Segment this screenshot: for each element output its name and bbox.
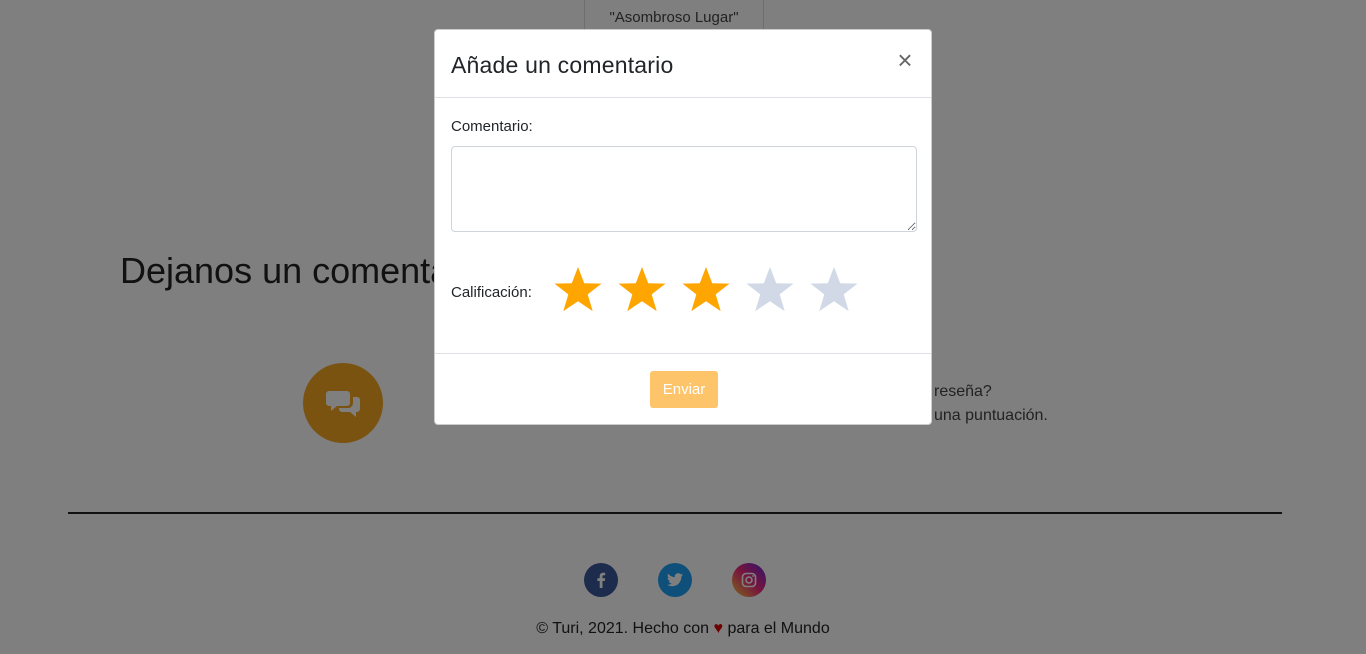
comment-label: Comentario: xyxy=(451,118,533,135)
modal-header: Añade un comentario × xyxy=(435,30,931,98)
submit-button[interactable]: Enviar xyxy=(650,371,718,408)
add-comment-modal: Añade un comentario × Comentario: Califi… xyxy=(434,29,932,425)
modal-title: Añade un comentario xyxy=(451,52,674,78)
star-icon-1[interactable] xyxy=(553,265,603,315)
modal-footer: Enviar xyxy=(435,354,931,424)
close-button[interactable]: × xyxy=(893,46,917,74)
modal-body: Comentario: Calificación: xyxy=(435,98,931,354)
comment-textarea[interactable] xyxy=(451,146,917,232)
rating-label: Calificación: xyxy=(451,284,532,301)
star-icon-2[interactable] xyxy=(617,265,667,315)
star-rating xyxy=(553,265,859,315)
star-icon-4[interactable] xyxy=(745,265,795,315)
star-icon-3[interactable] xyxy=(681,265,731,315)
star-icon-5[interactable] xyxy=(809,265,859,315)
